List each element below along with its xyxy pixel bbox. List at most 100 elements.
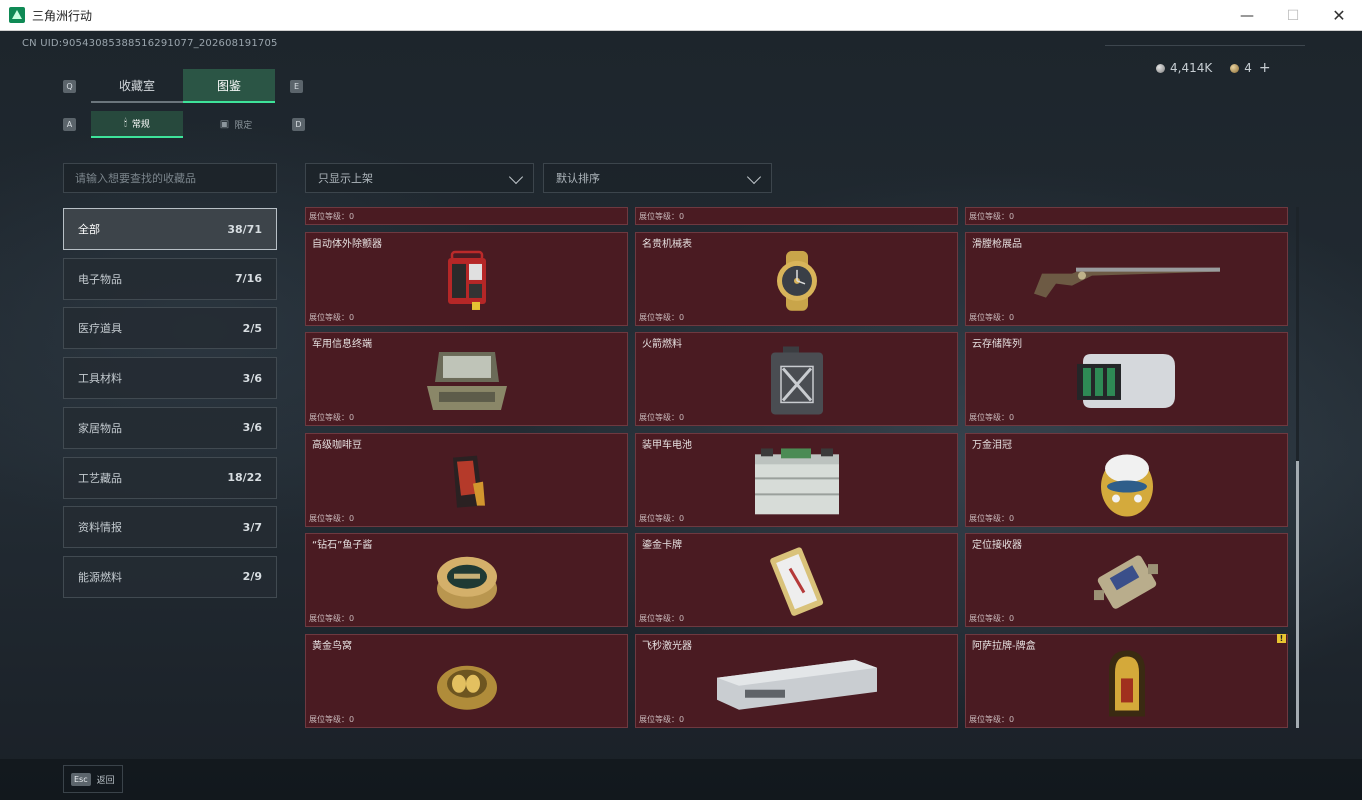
item-card[interactable]: “钻石”鱼子酱 展位等级：0 (305, 533, 628, 627)
key-hint-q: Q (63, 80, 76, 93)
bird-nest-icon (435, 653, 499, 715)
chevron-down-icon (746, 169, 762, 185)
laser-icon (715, 653, 879, 715)
category-item[interactable]: 资料情报 3/7 (63, 506, 277, 549)
category-label: 工具材料 (78, 372, 122, 386)
item-card[interactable]: 云存储阵列展位等级：0 (965, 332, 1288, 426)
coffee-bag-icon (447, 453, 487, 513)
key-hint-a: A (63, 118, 76, 131)
search-input[interactable]: 请输入想要查找的收藏品 (63, 163, 277, 193)
item-card[interactable]: 军用信息终端 展位等级：0 (305, 332, 628, 426)
fuel-can-icon (767, 346, 827, 420)
storage-array-icon (1075, 350, 1179, 416)
category-label: 医疗道具 (78, 322, 122, 336)
caviar-tin-icon (434, 553, 500, 615)
item-card[interactable]: 火箭燃料 展位等级：0 (635, 332, 958, 426)
item-level: 展位等级：0 (969, 212, 1015, 221)
item-card[interactable]: 展位等级：0 (635, 207, 958, 225)
category-count: 3/7 (242, 520, 262, 534)
category-label: 工艺藏品 (78, 471, 122, 485)
category-item[interactable]: 医疗道具 2/5 (63, 307, 277, 350)
back-label: 返回 (96, 775, 115, 786)
subtab-limited[interactable]: ▣ 限定 (190, 111, 282, 138)
category-label: 资料情报 (78, 521, 122, 535)
gold-balance[interactable]: 4 + (1230, 60, 1271, 76)
category-count: 38/71 (227, 222, 262, 236)
gold-amount: 4 (1244, 61, 1252, 75)
scrollbar-thumb[interactable] (1296, 461, 1299, 728)
subtab-regular[interactable]: 🕯 常规 (91, 111, 183, 138)
item-name: 自动体外除颤器 (312, 238, 382, 250)
category-label: 家居物品 (78, 421, 122, 435)
maximize-button[interactable]: ☐ (1270, 0, 1316, 31)
item-level: 展位等级：0 (969, 413, 1015, 422)
tab-collection-room[interactable]: 收藏室 (91, 69, 183, 103)
item-card[interactable]: 鎏金卡牌展位等级：0 (635, 533, 958, 627)
item-name: 万金泪冠 (972, 439, 1012, 451)
window-titlebar: 三角洲行动 — ☐ ✕ (0, 0, 1362, 31)
sort-dropdown[interactable]: 默认排序 (543, 163, 772, 193)
item-level: 展位等级：0 (969, 614, 1015, 623)
category-count: 3/6 (242, 421, 262, 435)
category-item[interactable]: 工具材料 3/6 (63, 357, 277, 400)
item-card[interactable]: 黄金鸟窝 展位等级：0 (305, 633, 628, 728)
item-name: 火箭燃料 (642, 339, 682, 350)
key-hint-d: D (292, 118, 305, 131)
item-level: 展位等级：0 (639, 212, 685, 221)
category-item[interactable]: 工艺藏品 18/22 (63, 456, 277, 499)
item-card[interactable]: 阿萨拉牌-牌盒 展位等级：0! (965, 633, 1288, 728)
item-card[interactable]: 滑膛枪展品 展位等级：0 (965, 231, 1288, 326)
item-name: 鎏金卡牌 (642, 540, 682, 551)
item-level: 展位等级：0 (309, 714, 355, 724)
item-level: 展位等级：0 (309, 212, 355, 221)
item-level: 展位等级：0 (639, 614, 685, 623)
category-item[interactable]: 全部 38/71 (63, 208, 277, 250)
item-card[interactable]: 自动体外除颤器 展位等级：0 (305, 231, 628, 326)
receiver-icon (1092, 550, 1162, 618)
terminal-icon (425, 350, 509, 416)
sort-value: 默认排序 (556, 172, 600, 185)
subtab-regular-label: 常规 (131, 120, 150, 130)
display-filter-dropdown[interactable]: 只显示上架 (305, 163, 534, 193)
warning-icon: ! (1277, 633, 1286, 643)
item-card[interactable]: 定位接收器展位等级：0 (965, 533, 1288, 627)
category-count: 2/9 (242, 570, 262, 584)
item-name: “钻石”鱼子酱 (312, 540, 373, 551)
item-card[interactable]: 展位等级：0 (305, 207, 628, 225)
category-item[interactable]: 能源燃料 2/9 (63, 555, 277, 598)
item-card[interactable]: 装甲车电池 展位等级：0 (635, 432, 958, 527)
item-card[interactable]: 名贵机械表 展位等级：0 (635, 231, 958, 326)
item-card[interactable]: 万金泪冠展位等级：0 (965, 432, 1288, 527)
category-item[interactable]: 电子物品 7/16 (63, 257, 277, 300)
divider (1105, 45, 1305, 46)
item-card[interactable]: 展位等级：0 (965, 207, 1288, 225)
card-box-icon (1105, 648, 1149, 722)
item-name: 阿萨拉牌-牌盒 (972, 640, 1036, 652)
frame-icon: ▣ (219, 119, 230, 130)
tab-codex[interactable]: 图鉴 (183, 69, 275, 103)
item-card[interactable]: 高级咖啡豆 展位等级：0 (305, 432, 628, 527)
esc-key-hint: Esc (71, 772, 91, 786)
battery-icon (751, 447, 843, 520)
back-button[interactable]: Esc 返回 (63, 765, 123, 793)
item-grid: 展位等级：0 展位等级：0 展位等级：0 自动体外除颤器 展位等级：0 名贵机械表 展位等级… (305, 207, 1290, 728)
player-uid: CN UID:9054308538851629​1077_20260819170… (22, 38, 278, 49)
close-button[interactable]: ✕ (1316, 0, 1362, 31)
jewel-egg-icon (1096, 446, 1158, 522)
musket-icon (1032, 259, 1222, 303)
item-level: 展位等级：0 (969, 513, 1015, 523)
category-item[interactable]: 家居物品 3/6 (63, 406, 277, 449)
item-level: 展位等级：0 (639, 714, 685, 724)
add-currency-button[interactable]: + (1259, 60, 1271, 76)
gold-card-icon (768, 547, 826, 623)
item-level: 展位等级：0 (969, 714, 1015, 724)
category-label: 电子物品 (78, 272, 122, 286)
currency-bar: 4,414K 4 + (1156, 60, 1271, 76)
item-name: 云存储阵列 (972, 339, 1022, 350)
item-name: 定位接收器 (972, 540, 1022, 551)
category-label: 全部 (78, 223, 100, 236)
minimize-button[interactable]: — (1224, 0, 1270, 31)
item-card[interactable]: 飞秒激光器 展位等级：0 (635, 633, 958, 728)
app-logo-icon (9, 7, 25, 23)
category-count: 18/22 (227, 471, 262, 484)
